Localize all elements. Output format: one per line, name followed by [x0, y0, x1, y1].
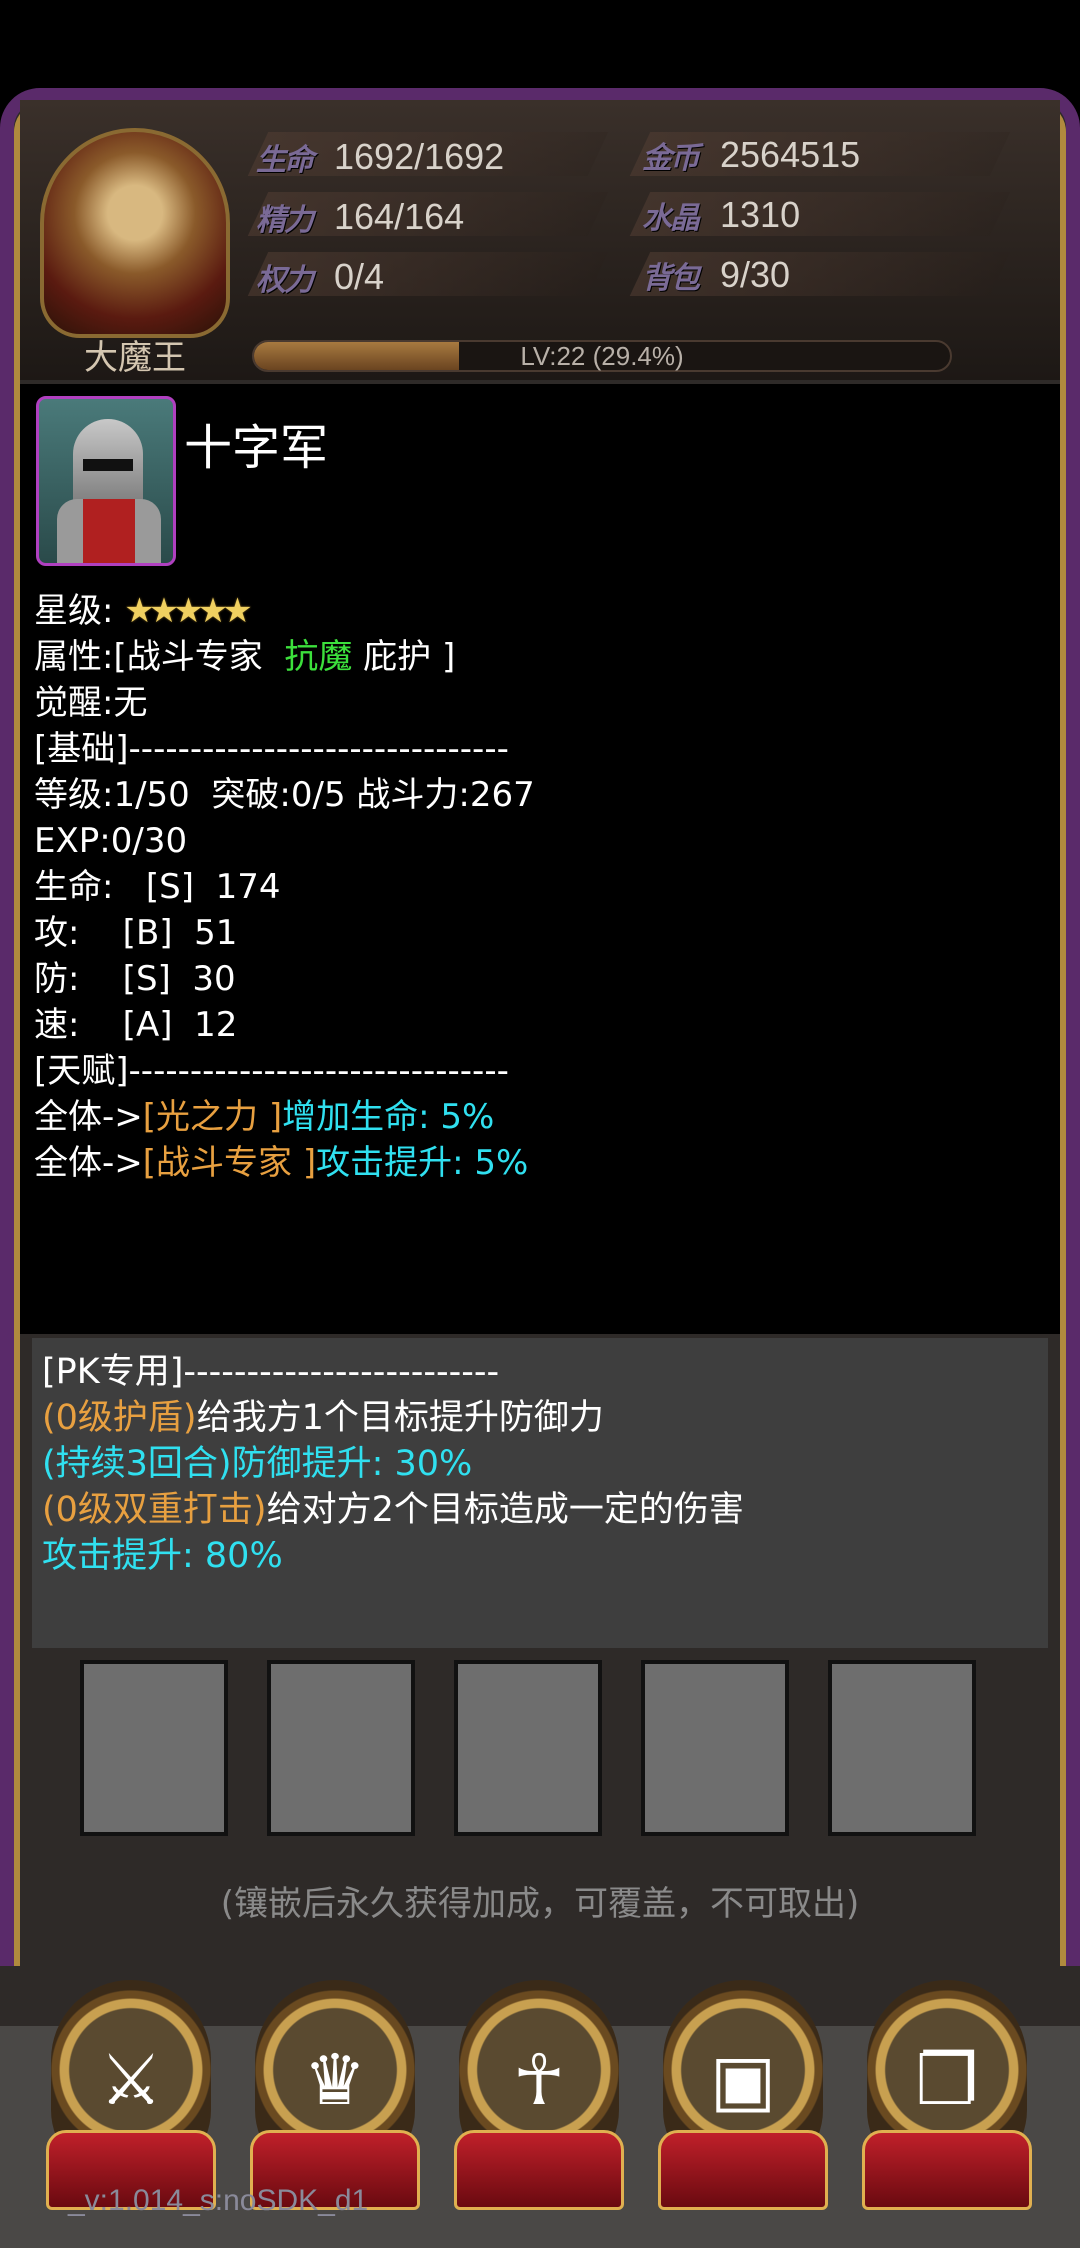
- bag-stat: 背包 9/30: [642, 250, 790, 300]
- gem-slot[interactable]: [828, 1660, 976, 1836]
- nav-priest-button[interactable]: ☥: [454, 1980, 624, 2210]
- gold-value: 2564515: [720, 134, 861, 175]
- energy-value: 164/164: [334, 196, 465, 237]
- defense-row: 防: [S] 30: [34, 959, 236, 999]
- skill2-tag: (0级双重打击): [42, 1490, 267, 1530]
- talent-effect: 增加生命: 5%: [282, 1097, 495, 1137]
- shield-swords-icon: ⚔: [99, 2039, 163, 2121]
- talent-row: 全体->[光之力 ]增加生命: 5%: [34, 1094, 535, 1140]
- level-text: LV:22 (29.4%): [520, 341, 684, 371]
- nav-book-button[interactable]: ❐: [862, 1980, 1032, 2210]
- gold-stat: 金币 2564515: [642, 130, 860, 180]
- basic-header: [基础]-------------------------------: [34, 729, 509, 769]
- attribute-anti-magic: 抗魔: [284, 637, 353, 677]
- gem-slot[interactable]: [267, 1660, 415, 1836]
- unit-name: 十字军: [184, 420, 329, 476]
- power-value: 0/4: [334, 256, 385, 297]
- energy-stat: 精力 164/164: [256, 192, 464, 242]
- attribute-prefix: 属性:[战斗专家: [34, 637, 285, 677]
- skill1-desc: 给我方1个目标提升防御力: [196, 1398, 604, 1438]
- energy-label: 精力: [256, 203, 314, 238]
- skill2-row: (0级双重打击)给对方2个目标造成一定的伤害: [42, 1486, 744, 1532]
- hp-stat: 生命 1692/1692: [256, 132, 504, 182]
- hp-row: 生命: [S] 174: [34, 867, 281, 907]
- exp-row: EXP:0/30: [34, 821, 188, 861]
- talent-prefix: 全体->: [34, 1143, 143, 1183]
- skill2-desc: 给对方2个目标造成一定的伤害: [266, 1490, 744, 1530]
- talent-prefix: 全体->: [34, 1097, 143, 1137]
- priest-icon: ☥: [512, 2039, 566, 2121]
- book-icon: ❐: [915, 2039, 979, 2121]
- crystal-value: 1310: [720, 194, 801, 235]
- star-rating-icon: ★★★★★: [124, 591, 252, 631]
- gem-slot[interactable]: [454, 1660, 602, 1836]
- talent-tag: [战斗专家 ]: [142, 1143, 317, 1183]
- bag-label: 背包: [642, 261, 700, 296]
- talent-row: 全体->[战斗专家 ]攻击提升: 5%: [34, 1140, 535, 1186]
- hero-avatar[interactable]: [40, 128, 230, 338]
- nav-equipment-button[interactable]: ⚔: [46, 1980, 216, 2210]
- attribute-row: 属性:[战斗专家 抗魔 庇护 ]: [34, 634, 535, 680]
- awaken-row: 觉醒:无: [34, 683, 148, 723]
- unit-info: 星级: ★★★★★ 属性:[战斗专家 抗魔 庇护 ] 觉醒:无 [基础]----…: [34, 588, 535, 1186]
- hp-value: 1692/1692: [334, 136, 505, 177]
- bag-value: 9/30: [720, 254, 791, 295]
- attack-row: 攻: [B] 51: [34, 913, 238, 953]
- nav-heroes-button[interactable]: ♛: [250, 1980, 420, 2210]
- level-row: 等级:1/50 突破:0/5 战斗力:267: [34, 775, 535, 815]
- unit-portrait[interactable]: [36, 396, 176, 566]
- skill1-row: (0级护盾)给我方1个目标提升防御力: [42, 1394, 744, 1440]
- power-stat: 权力 0/4: [256, 252, 384, 302]
- hero-name: 大魔王: [84, 338, 186, 378]
- talent-tag: [光之力 ]: [142, 1097, 283, 1137]
- gem-note: (镶嵌后永久获得加成，可覆盖，不可取出): [220, 1884, 860, 1924]
- skill1-tag: (0级护盾): [42, 1398, 197, 1438]
- pk-header: [PK专用]-------------------------: [42, 1352, 500, 1392]
- star-row: 星级: ★★★★★: [34, 588, 535, 634]
- golden-helmet-icon: ♛: [303, 2039, 367, 2121]
- skill1-effect: (持续3回合)防御提升: 30%: [42, 1444, 473, 1484]
- gem-slot[interactable]: [641, 1660, 789, 1836]
- pk-skill-text: [PK专用]------------------------- (0级护盾)给我…: [42, 1348, 744, 1578]
- crystal-label: 水晶: [642, 201, 700, 236]
- star-label: 星级:: [34, 591, 114, 631]
- gem-slot[interactable]: [80, 1660, 228, 1836]
- gold-label: 金币: [642, 141, 700, 176]
- nav-treasure-button[interactable]: ▣: [658, 1980, 828, 2210]
- attribute-suffix: 庇护 ]: [352, 637, 456, 677]
- speed-row: 速: [A] 12: [34, 1005, 238, 1045]
- hp-label: 生命: [256, 143, 314, 178]
- skill2-effect: 攻击提升: 80%: [42, 1536, 283, 1576]
- power-label: 权力: [256, 263, 314, 298]
- treasure-chest-icon: ▣: [709, 2039, 777, 2121]
- crystal-stat: 水晶 1310: [642, 190, 800, 240]
- talent-effect: 攻击提升: 5%: [316, 1143, 529, 1183]
- version-text: _v:1.014_s:noSDK_d1: [68, 2184, 369, 2217]
- talent-header: [天赋]-------------------------------: [34, 1051, 509, 1091]
